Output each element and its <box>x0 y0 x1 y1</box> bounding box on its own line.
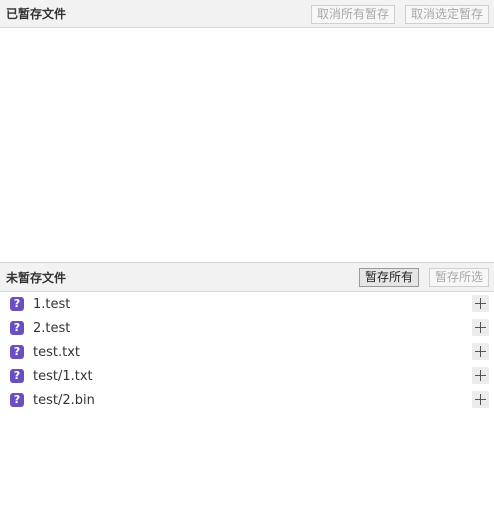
file-name: test/1.txt <box>33 369 93 384</box>
file-name: test.txt <box>33 345 80 360</box>
file-row[interactable]: ? test.txt <box>0 340 494 364</box>
stage-file-plus-icon[interactable] <box>472 391 489 408</box>
question-mark-icon: ? <box>10 369 24 383</box>
file-row[interactable]: ? 2.test <box>0 316 494 340</box>
question-mark-icon: ? <box>10 393 24 407</box>
file-row[interactable]: ? test/1.txt <box>0 364 494 388</box>
unstage-all-button[interactable]: 取消所有暂存 <box>311 5 396 24</box>
stage-file-plus-icon[interactable] <box>472 367 489 384</box>
question-mark-icon: ? <box>10 345 24 359</box>
stage-file-plus-icon[interactable] <box>472 343 489 360</box>
unstaged-files-title: 未暂存文件 <box>6 271 67 285</box>
question-mark-icon: ? <box>10 321 24 335</box>
file-name: 1.test <box>33 297 71 312</box>
stage-file-plus-icon[interactable] <box>472 295 489 312</box>
stage-selected-button[interactable]: 暂存所选 <box>429 268 490 287</box>
unstaged-files-header: 未暂存文件 暂存所有 暂存所选 <box>0 262 494 292</box>
unstaged-files-list: ? 1.test ? 2.test ? test.txt ? test/1.tx… <box>0 292 494 525</box>
staged-files-header: 已暂存文件 取消所有暂存 取消选定暂存 <box>0 0 494 28</box>
stage-file-plus-icon[interactable] <box>472 319 489 336</box>
git-staging-panel: 已暂存文件 取消所有暂存 取消选定暂存 未暂存文件 暂存所有 暂存所选 ? 1.… <box>0 0 494 525</box>
stage-all-button[interactable]: 暂存所有 <box>359 268 420 287</box>
staged-files-list[interactable] <box>0 28 494 262</box>
question-mark-icon: ? <box>10 297 24 311</box>
file-name: 2.test <box>33 321 71 336</box>
file-row[interactable]: ? 1.test <box>0 292 494 316</box>
unstage-selected-button[interactable]: 取消选定暂存 <box>405 5 490 24</box>
file-name: test/2.bin <box>33 393 95 408</box>
staged-files-title: 已暂存文件 <box>6 7 67 21</box>
file-row[interactable]: ? test/2.bin <box>0 388 494 412</box>
